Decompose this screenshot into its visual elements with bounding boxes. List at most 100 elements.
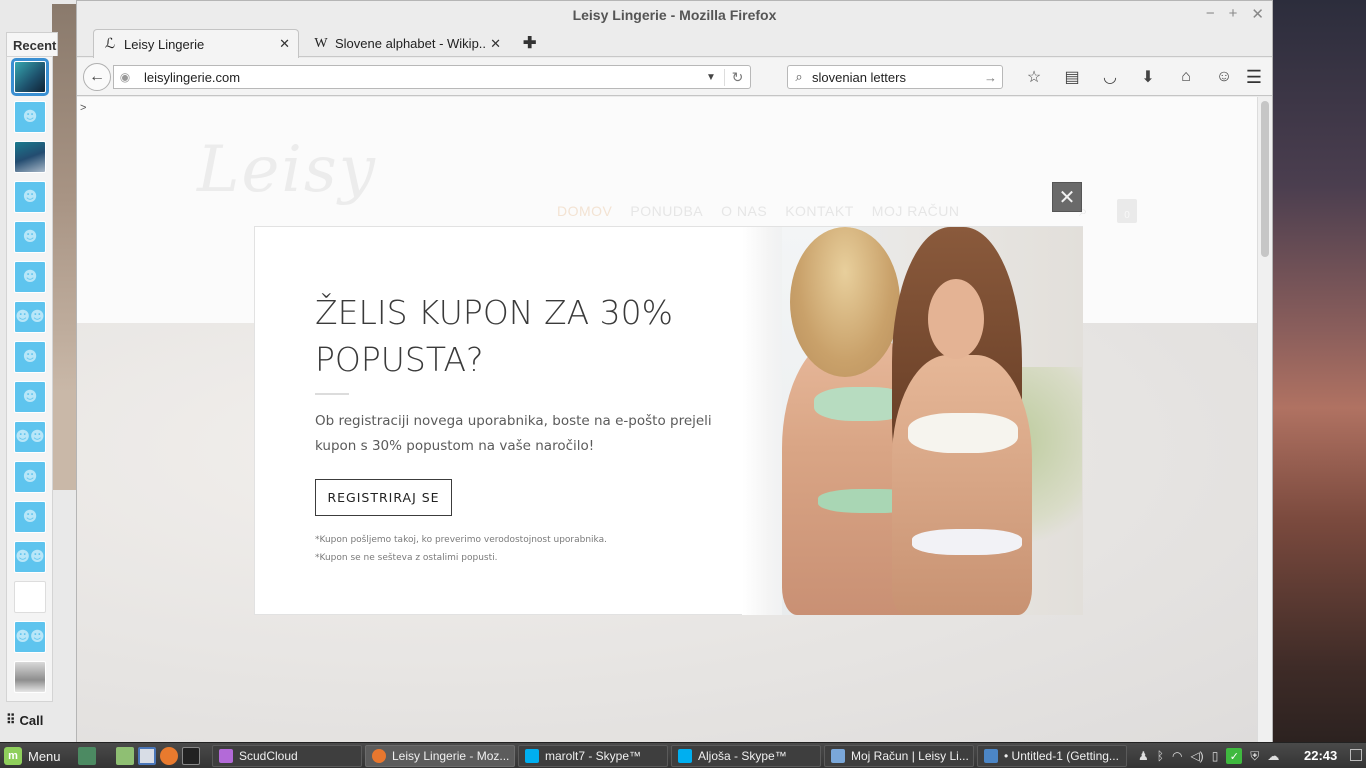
person-icon[interactable]: ☻ [14,341,46,373]
skype-call-button[interactable]: ⠿ Call [6,706,54,734]
reading-list-icon[interactable]: ▤ [1053,66,1091,88]
footnote-1: *Kupon pošljemo takoj, ko preverimo vero… [315,535,607,545]
nav-domov[interactable]: DOMOV [557,203,612,219]
tab-title: Slovene alphabet - Wikip... [335,36,487,51]
update-ok-icon[interactable]: ✓ [1226,748,1243,764]
person-icon[interactable]: ☻ [14,501,46,533]
blank-avatar[interactable] [14,581,46,613]
task-firefox[interactable]: Leisy Lingerie - Moz... [365,745,515,767]
navigation-toolbar: ← ◉ leisylingerie.com ▼ ↻ ⌕ slovenian le… [77,58,1272,96]
contact-avatar[interactable] [11,58,49,96]
tab-slovene-alphabet[interactable]: W Slovene alphabet - Wikip... ✕ [305,29,509,58]
group-icon[interactable]: ☻☻ [14,301,46,333]
person-icon[interactable]: ☻ [14,461,46,493]
task-moj-racun[interactable]: Moj Račun | Leisy Li... [824,745,974,767]
url-bar[interactable]: ◉ leisylingerie.com ▼ ↻ [113,65,751,89]
search-bar[interactable]: ⌕ slovenian letters → [787,65,1003,89]
skype-recent-tab[interactable]: Recent [6,32,58,56]
downloads-icon[interactable]: ⬇ [1129,66,1167,88]
virtualbox-icon[interactable] [138,747,156,765]
model-brunette [892,355,1032,615]
modal-body-text: Ob registraciji novega uporabnika, boste… [315,413,712,454]
group-icon[interactable]: ☻☻ [14,621,46,653]
terminal-icon[interactable] [182,747,200,765]
home-icon[interactable]: ⌂ [1167,66,1205,88]
modal-heading: ŽELIS KUPON ZA 30% POPUSTA? [315,293,673,379]
stray-caret: > [80,102,87,114]
skype-window: Recent ☻ ☻ ☻ ☻ ☻☻ ☻ ☻ ☻☻ ☻ ☻ ☻☻ ☻☻ ⠿ Cal… [0,0,80,742]
wikipedia-icon: W [314,35,328,51]
group-icon[interactable]: ☻☻ [14,541,46,573]
vertical-scrollbar[interactable] [1257,97,1272,742]
start-menu-button[interactable]: m Menu [4,747,61,765]
window-title: Leisy Lingerie - Mozilla Firefox [572,7,777,23]
cart-icon[interactable]: 0 [1117,199,1137,223]
page-content: > Leisy DOMOV PONUDBA O NAS KONTAKT MOJ … [77,97,1258,742]
task-skype-marolt7[interactable]: marolt7 - Skype™ [518,745,668,767]
register-button[interactable]: REGISTRIRAJ SE [315,479,452,516]
firefox-icon [372,749,386,763]
cloud-icon[interactable]: ☁ [1267,749,1279,763]
contact-avatar[interactable] [14,141,46,173]
back-button[interactable]: ← [83,63,111,91]
shield-icon[interactable]: ⛨ [1250,749,1259,764]
nav-o-nas[interactable]: O NAS [721,203,767,219]
url-text[interactable]: leisylingerie.com [136,70,706,85]
new-tab-button[interactable]: ✚ [523,33,536,53]
nav-ponudba[interactable]: PONUDBA [630,203,703,219]
menu-label: Menu [28,748,61,764]
tab-title: Leisy Lingerie [124,36,205,52]
heading-divider [315,393,349,395]
coupon-modal: ŽELIS KUPON ZA 30% POPUSTA? Ob registrac… [254,226,1083,615]
chat-icon[interactable]: ☺ [1205,66,1243,88]
person-icon[interactable]: ☻ [14,221,46,253]
wifi-icon[interactable]: ◠ [1172,749,1182,763]
close-tab-icon[interactable]: ✕ [279,36,290,52]
clock[interactable]: 22:43 [1304,748,1337,763]
modal-footnotes: *Kupon pošljemo takoj, ko preverimo vero… [315,531,715,567]
nav-kontakt[interactable]: KONTAKT [785,203,854,219]
files-icon[interactable] [116,747,134,765]
scrollbar-thumb[interactable] [1261,101,1269,257]
maximize-button[interactable]: + [1229,5,1238,23]
lingerie-models-photo [742,227,1083,615]
skype-icon [525,749,539,763]
person-icon[interactable]: ☻ [14,381,46,413]
tab-strip: ℒ Leisy Lingerie ✕ W Slovene alphabet - … [77,29,1272,58]
person-icon[interactable]: ☻ [14,261,46,293]
skype-background-panel [52,4,78,490]
show-desktop-corner-icon[interactable] [1350,749,1362,761]
tab-leisy-lingerie[interactable]: ℒ Leisy Lingerie ✕ [93,29,299,58]
leisy-favicon-icon: ℒ [104,36,116,52]
task-label: Aljoša - Skype™ [698,749,787,763]
url-dropdown-icon[interactable]: ▼ [706,72,724,83]
task-scudcloud[interactable]: ScudCloud [212,745,362,767]
hamburger-menu-icon[interactable]: ☰ [1246,67,1262,88]
close-window-button[interactable]: ✕ [1251,5,1264,23]
model-brunette-face [928,279,984,359]
editor-icon [984,749,998,763]
person-icon[interactable]: ☻ [14,101,46,133]
bluetooth-icon[interactable]: ᛒ [1157,749,1164,763]
task-untitled-editor[interactable]: • Untitled-1 (Getting... [977,745,1127,767]
contact-avatar[interactable] [14,661,46,693]
close-tab-icon[interactable]: ✕ [490,36,501,52]
firefox-launcher-icon[interactable] [160,747,178,765]
minimize-button[interactable]: − [1206,5,1215,23]
modal-close-button[interactable]: ✕ [1052,182,1082,212]
nav-moj-racun[interactable]: MOJ RAČUN [872,203,960,219]
search-go-icon[interactable]: → [984,70,1002,85]
reload-icon[interactable]: ↻ [724,68,750,86]
task-label: marolt7 - Skype™ [545,749,642,763]
task-skype-aljosa[interactable]: Aljoša - Skype™ [671,745,821,767]
battery-icon[interactable]: ▯ [1212,749,1219,763]
group-icon[interactable]: ☻☻ [14,421,46,453]
person-icon[interactable]: ☻ [14,181,46,213]
show-desktop-icon[interactable] [78,747,96,765]
pocket-icon[interactable]: ◡ [1091,66,1129,88]
bookmark-star-icon[interactable]: ☆ [1015,66,1053,88]
task-label: ScudCloud [239,749,298,763]
search-query[interactable]: slovenian letters [810,70,984,85]
user-icon[interactable]: ♟ [1138,749,1149,763]
volume-icon[interactable]: ◁) [1190,749,1203,763]
